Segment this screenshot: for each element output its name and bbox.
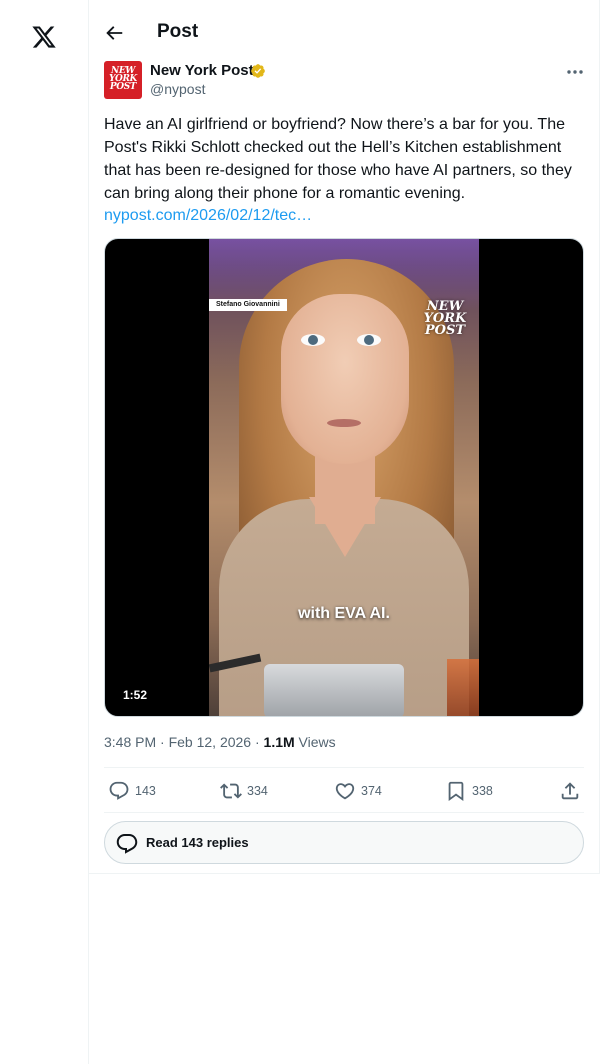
post-actions-bar: 143 334 374 338 xyxy=(104,775,584,807)
author-avatar[interactable]: NEW YORK POST xyxy=(104,61,142,99)
share-icon xyxy=(561,782,579,800)
reply-icon xyxy=(109,781,129,800)
video-frame[interactable]: Stefano Giovannini NEW YORK POST with EV… xyxy=(209,239,479,716)
x-logo-icon[interactable] xyxy=(31,24,57,50)
photo-credit: Stefano Giovannini xyxy=(209,299,287,311)
video-subject-neckline xyxy=(309,497,381,557)
share-button[interactable] xyxy=(559,780,581,802)
left-rail xyxy=(0,0,89,1064)
bookmark-icon xyxy=(448,781,464,802)
gold-verified-icon[interactable] xyxy=(250,63,266,79)
author-name[interactable]: New York Post xyxy=(150,62,254,79)
views-label: Views xyxy=(294,734,336,750)
divider xyxy=(104,767,584,768)
more-options-icon[interactable] xyxy=(564,64,586,80)
video-player[interactable]: Stefano Giovannini NEW YORK POST with EV… xyxy=(104,238,584,717)
post-link[interactable]: nypost.com/2026/02/12/tec… xyxy=(104,204,312,227)
post-header: Post xyxy=(89,0,600,66)
repost-count: 334 xyxy=(247,784,268,798)
video-duration-badge: 1:52 xyxy=(117,686,154,704)
reply-count: 143 xyxy=(135,784,156,798)
post-meta: 3:48 PM · Feb 12, 2026 · 1.1M Views xyxy=(104,734,336,750)
avatar-logo-text: NEW YORK POST xyxy=(109,66,137,92)
bookmark-count: 338 xyxy=(472,784,493,798)
read-replies-button[interactable]: Read 143 replies xyxy=(104,821,584,864)
video-subject-eye xyxy=(301,334,325,346)
video-drink-glass xyxy=(447,659,479,716)
video-subject-eye xyxy=(357,334,381,346)
reply-bubble-icon xyxy=(116,834,138,854)
page-title: Post xyxy=(157,21,199,42)
repost-icon xyxy=(220,783,242,799)
nypost-watermark: NEW YORK POST xyxy=(423,299,467,338)
back-arrow-icon[interactable] xyxy=(103,22,125,44)
heart-icon xyxy=(335,783,355,800)
post-text: Have an AI girlfriend or boyfriend? Now … xyxy=(104,116,572,202)
like-count: 374 xyxy=(361,784,382,798)
author-handle[interactable]: @nypost xyxy=(150,81,205,97)
video-table-object xyxy=(264,664,404,716)
post-timestamp[interactable]: 3:48 PM · Feb 12, 2026 · xyxy=(104,734,264,750)
video-subject-mouth xyxy=(327,419,361,427)
video-caption: with EVA AI. xyxy=(298,605,390,622)
video-subject-face xyxy=(281,294,409,464)
read-replies-label: Read 143 replies xyxy=(146,835,249,850)
divider xyxy=(104,812,584,813)
views-count: 1.1M xyxy=(263,734,295,750)
post-detail-column: Post NEW YORK POST New York Post @nypost… xyxy=(89,0,600,874)
